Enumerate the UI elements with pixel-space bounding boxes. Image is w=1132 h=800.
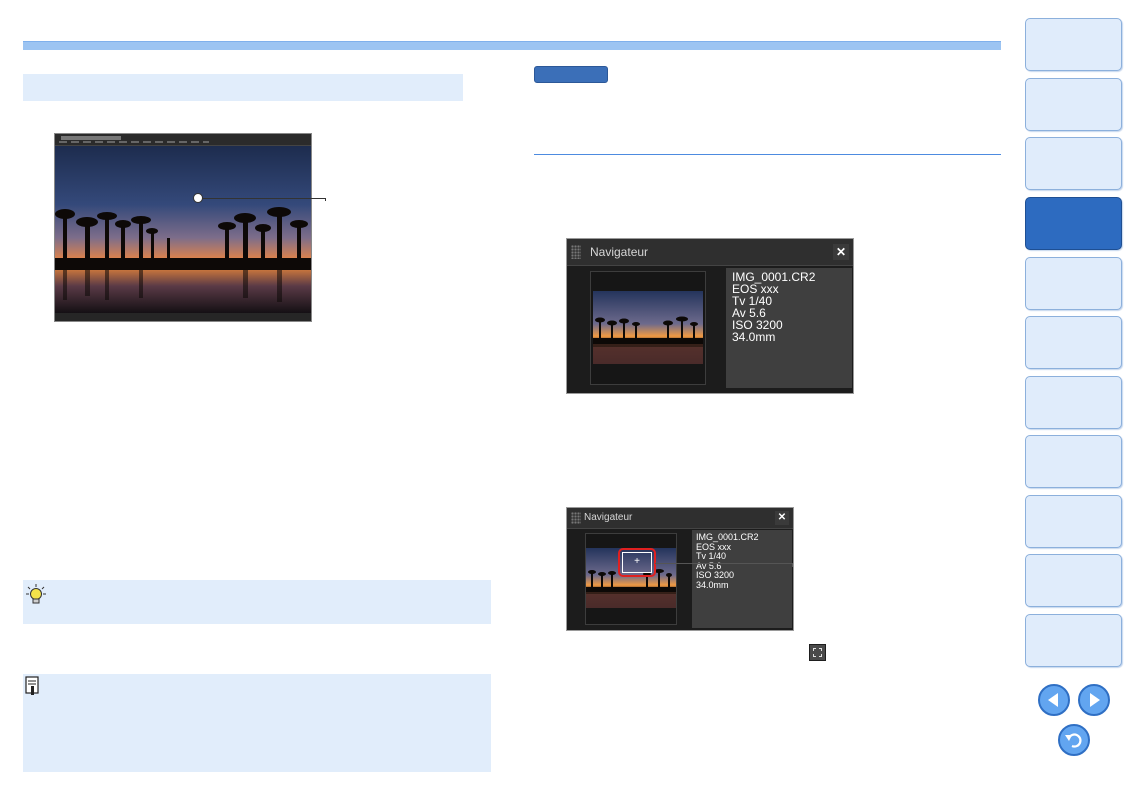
close-icon[interactable]: ✕ <box>833 244 849 260</box>
side-tab-5[interactable] <box>1025 257 1122 310</box>
callout-line-end <box>792 563 793 567</box>
return-icon <box>1065 733 1082 748</box>
navigator-panel-large: Navigateur ✕ IMG_0001.CR2 EOS xxx Tv 1/4… <box>566 238 854 394</box>
navigator-thumbnail-frame <box>590 271 706 385</box>
section-rule <box>534 154 1001 155</box>
top-bar <box>23 41 1001 50</box>
side-tab-3[interactable] <box>1025 137 1122 190</box>
side-tab-10[interactable] <box>1025 554 1122 607</box>
side-tab-1[interactable] <box>1025 18 1122 71</box>
window-status-bar <box>55 313 311 321</box>
navigator-thumbnail-frame: + <box>585 533 677 625</box>
section-heading-box <box>23 74 463 101</box>
zoom-center-marker: + <box>634 556 640 567</box>
side-tab-6[interactable] <box>1025 316 1122 369</box>
main-window-screenshot <box>54 133 312 322</box>
note-box <box>23 674 491 772</box>
memo-icon <box>25 676 39 695</box>
arrow-right-icon <box>1090 693 1100 707</box>
navigator-panel-small: Navigateur ✕ + IMG_0001.CR2 EOS xxx Tv 1… <box>566 507 794 631</box>
tip-box <box>23 580 491 624</box>
window-menu-bar <box>55 134 311 146</box>
grip-icon[interactable] <box>571 245 581 259</box>
lightbulb-icon <box>26 584 46 604</box>
grip-icon[interactable] <box>571 512 581 524</box>
navigator-header: Navigateur ✕ <box>567 508 793 529</box>
zoom-area-frame[interactable]: + <box>618 548 656 577</box>
side-tab-7[interactable] <box>1025 376 1122 429</box>
image-info-panel: IMG_0001.CR2 EOS xxx Tv 1/40 Av 5.6 ISO … <box>692 530 792 628</box>
label-pill <box>534 66 608 83</box>
callout-line <box>655 563 793 564</box>
side-tab-8[interactable] <box>1025 435 1122 488</box>
sunset-photo <box>55 146 311 313</box>
next-page-button[interactable] <box>1078 684 1110 716</box>
info-focal-length: 34.0mm <box>732 330 776 344</box>
callout-line <box>202 198 326 199</box>
navigator-title: Navigateur <box>590 245 649 259</box>
close-icon[interactable]: ✕ <box>775 511 789 525</box>
side-tab-2[interactable] <box>1025 78 1122 131</box>
callout-line-end <box>325 198 326 201</box>
navigator-header: Navigateur ✕ <box>567 239 853 266</box>
side-tab-9[interactable] <box>1025 495 1122 548</box>
image-info-panel: IMG_0001.CR2 EOS xxx Tv 1/40 Av 5.6 ISO … <box>726 268 852 388</box>
previous-page-button[interactable] <box>1038 684 1070 716</box>
navigator-thumbnail[interactable] <box>593 291 703 364</box>
side-tab-11[interactable] <box>1025 614 1122 667</box>
info-focal-length: 34.0mm <box>696 579 729 590</box>
side-tab-4-active[interactable] <box>1025 197 1122 250</box>
callout-marker <box>193 193 203 203</box>
return-button[interactable] <box>1058 724 1090 756</box>
arrow-left-icon <box>1048 693 1058 707</box>
zoom-fit-icon[interactable] <box>809 644 826 661</box>
navigator-title: Navigateur <box>584 512 633 523</box>
